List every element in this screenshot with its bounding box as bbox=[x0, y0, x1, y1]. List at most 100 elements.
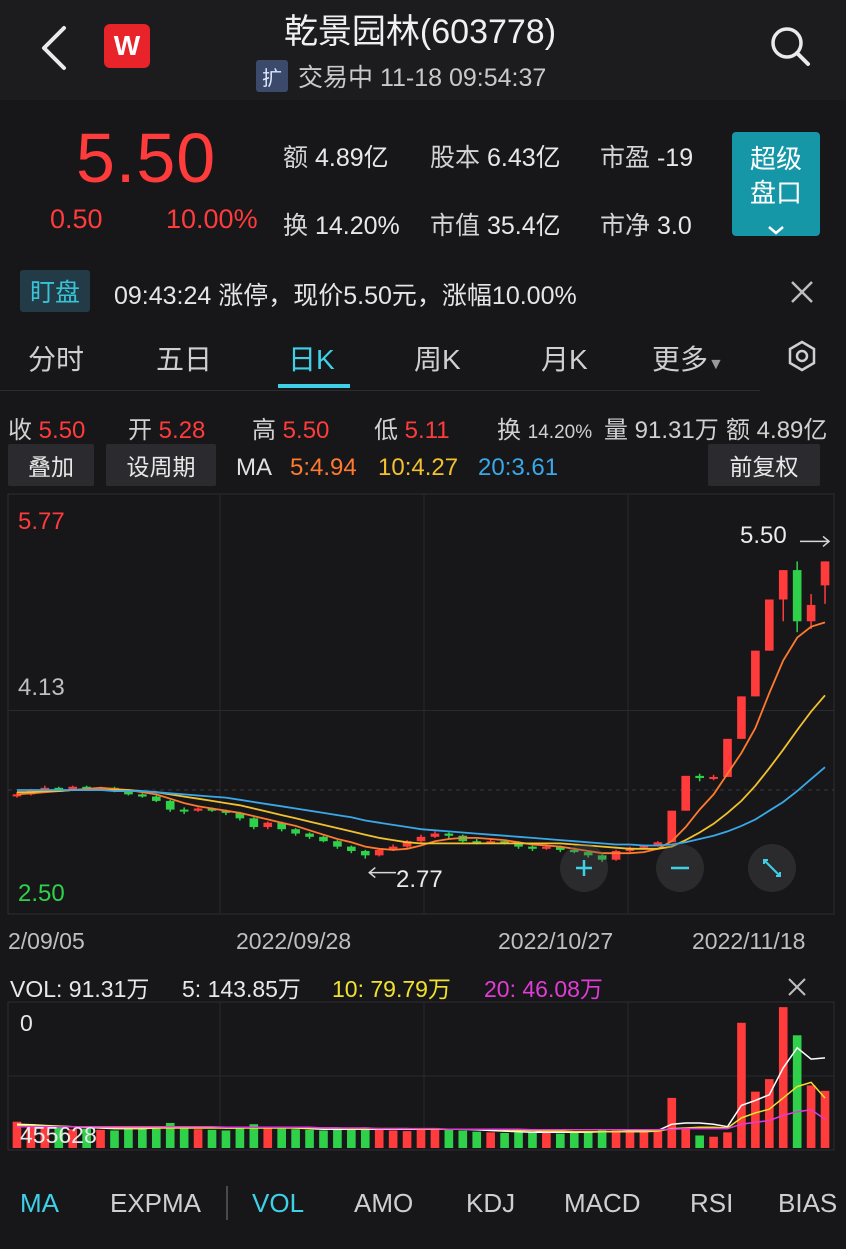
settings-hexagon-icon[interactable] bbox=[786, 340, 818, 372]
tab-five-day[interactable]: 五日 bbox=[156, 338, 212, 378]
candle-body bbox=[416, 836, 426, 842]
volume-bar bbox=[305, 1129, 314, 1148]
volume-bar bbox=[778, 1007, 788, 1148]
volume-bar bbox=[333, 1129, 342, 1148]
indicator-tab-kdj[interactable]: KDJ bbox=[466, 1188, 515, 1219]
candle-body bbox=[291, 829, 300, 834]
candle-body bbox=[249, 818, 259, 828]
candlestick-chart[interactable] bbox=[0, 492, 846, 920]
candle-body bbox=[374, 849, 384, 856]
y-axis-mid-label: 4.13 bbox=[18, 674, 65, 701]
volume-bar bbox=[402, 1131, 412, 1148]
candle-body bbox=[723, 738, 732, 777]
close-volume-icon[interactable] bbox=[786, 976, 808, 998]
quote-field-amount: 额 4.89亿 bbox=[283, 144, 389, 172]
super-button-line1: 超级 bbox=[749, 144, 802, 174]
tab-intraday[interactable]: 分时 bbox=[28, 338, 84, 378]
volume-ma5-line bbox=[16, 1046, 826, 1134]
app-logo[interactable]: W bbox=[104, 24, 150, 68]
volume-bar bbox=[235, 1127, 245, 1148]
volume-bar bbox=[500, 1132, 509, 1148]
ohlc-low: 低 5.11 bbox=[374, 417, 450, 444]
candle-body bbox=[751, 650, 760, 697]
tab-daily-k[interactable]: 日K bbox=[288, 338, 335, 378]
volume-bar bbox=[138, 1127, 147, 1148]
ma5-line bbox=[16, 621, 826, 855]
volume-bar bbox=[416, 1129, 426, 1148]
volume-bar bbox=[514, 1132, 523, 1148]
volume-bar bbox=[737, 1022, 746, 1148]
quote-field-pe: 市盈 -19 bbox=[600, 144, 694, 172]
date-label-1: 2/09/05 bbox=[8, 928, 85, 954]
volume-y-top: 0 bbox=[20, 1010, 33, 1036]
vol-ma5: 5: 143.85万 bbox=[182, 976, 301, 1002]
search-icon[interactable] bbox=[768, 24, 812, 68]
indicator-tab-vol[interactable]: VOL bbox=[252, 1188, 304, 1219]
candle-body bbox=[764, 599, 774, 651]
volume-bar bbox=[96, 1129, 105, 1148]
indicator-tab-macd[interactable]: MACD bbox=[564, 1188, 641, 1219]
indicator-tab-ma[interactable]: MA bbox=[20, 1188, 59, 1219]
volume-bar bbox=[319, 1130, 328, 1148]
candle-body bbox=[305, 833, 314, 837]
alert-message[interactable]: 09:43:24 涨停，现价5.50元，涨幅10.00% bbox=[114, 276, 577, 312]
date-label-3: 2022/10/27 bbox=[498, 928, 614, 954]
volume-bar bbox=[667, 1097, 677, 1148]
volume-bar bbox=[639, 1131, 649, 1148]
back-arrow-icon[interactable] bbox=[34, 22, 74, 74]
volume-bar bbox=[681, 1129, 691, 1148]
indicator-tab-bias[interactable]: BIAS bbox=[778, 1188, 837, 1219]
expand-badge[interactable]: 扩 bbox=[256, 60, 288, 92]
candle-body bbox=[806, 604, 816, 622]
watch-tag[interactable]: 盯盘 bbox=[20, 270, 90, 312]
candle-body bbox=[151, 796, 161, 801]
close-icon[interactable] bbox=[788, 278, 816, 306]
volume-bar bbox=[347, 1128, 356, 1148]
ma5-value: 5:4.94 bbox=[290, 454, 357, 481]
forward-adjust-button[interactable]: 前复权 bbox=[708, 444, 820, 486]
volume-bar bbox=[193, 1129, 203, 1148]
volume-bar bbox=[723, 1132, 732, 1148]
candle-body bbox=[611, 850, 621, 860]
tab-more[interactable]: 更多▼ bbox=[652, 338, 724, 378]
tab-weekly-k[interactable]: 周K bbox=[414, 338, 461, 378]
indicator-divider bbox=[226, 1186, 228, 1220]
ma-label: MA bbox=[236, 454, 272, 481]
volume-chart[interactable] bbox=[0, 1000, 846, 1152]
candle-body bbox=[542, 846, 551, 849]
candle-body bbox=[709, 776, 718, 779]
volume-bar bbox=[709, 1136, 718, 1148]
tab-monthly-k[interactable]: 月K bbox=[541, 338, 588, 378]
overlay-button[interactable]: 叠加 bbox=[8, 444, 94, 486]
ma10-value: 10:4.27 bbox=[378, 454, 459, 481]
dropdown-triangle-icon: ▼ bbox=[708, 356, 724, 373]
candle-body bbox=[444, 833, 454, 836]
super-order-book-button[interactable]: 超级 盘口 bbox=[732, 132, 820, 236]
volume-bar bbox=[110, 1130, 119, 1148]
ohlc-amount: 额 4.89亿 bbox=[726, 417, 828, 444]
volume-bar bbox=[444, 1128, 454, 1148]
price-change: 0.50 bbox=[50, 204, 103, 234]
date-label-2: 2022/09/28 bbox=[236, 928, 352, 954]
ohlc-close: 收 5.50 bbox=[8, 417, 86, 444]
indicator-tab-amo[interactable]: AMO bbox=[354, 1188, 413, 1219]
ma10-line bbox=[17, 694, 826, 850]
indicator-tab-expma[interactable]: EXPMA bbox=[110, 1188, 201, 1219]
volume-bar bbox=[611, 1130, 621, 1148]
chart-frame bbox=[7, 493, 835, 915]
low-price-marker: 2.77 bbox=[396, 866, 443, 893]
volume-bar bbox=[277, 1128, 286, 1148]
quote-field-shares: 股本 6.43亿 bbox=[430, 144, 561, 172]
date-label-4: 2022/11/18 bbox=[692, 928, 806, 954]
set-period-button[interactable]: 设周期 bbox=[106, 444, 216, 486]
volume-bar bbox=[179, 1126, 189, 1148]
candle-body bbox=[792, 570, 802, 622]
candle-body bbox=[138, 794, 147, 797]
vol-ma20: 20: 46.08万 bbox=[484, 976, 603, 1002]
active-tab-indicator bbox=[278, 384, 350, 388]
indicator-tab-rsi[interactable]: RSI bbox=[690, 1188, 733, 1219]
candle-body bbox=[681, 775, 691, 811]
stock-title: 乾景园林(603778) bbox=[283, 13, 557, 51]
y-axis-bottom-label: 2.50 bbox=[18, 880, 65, 907]
candle-body bbox=[319, 836, 328, 842]
